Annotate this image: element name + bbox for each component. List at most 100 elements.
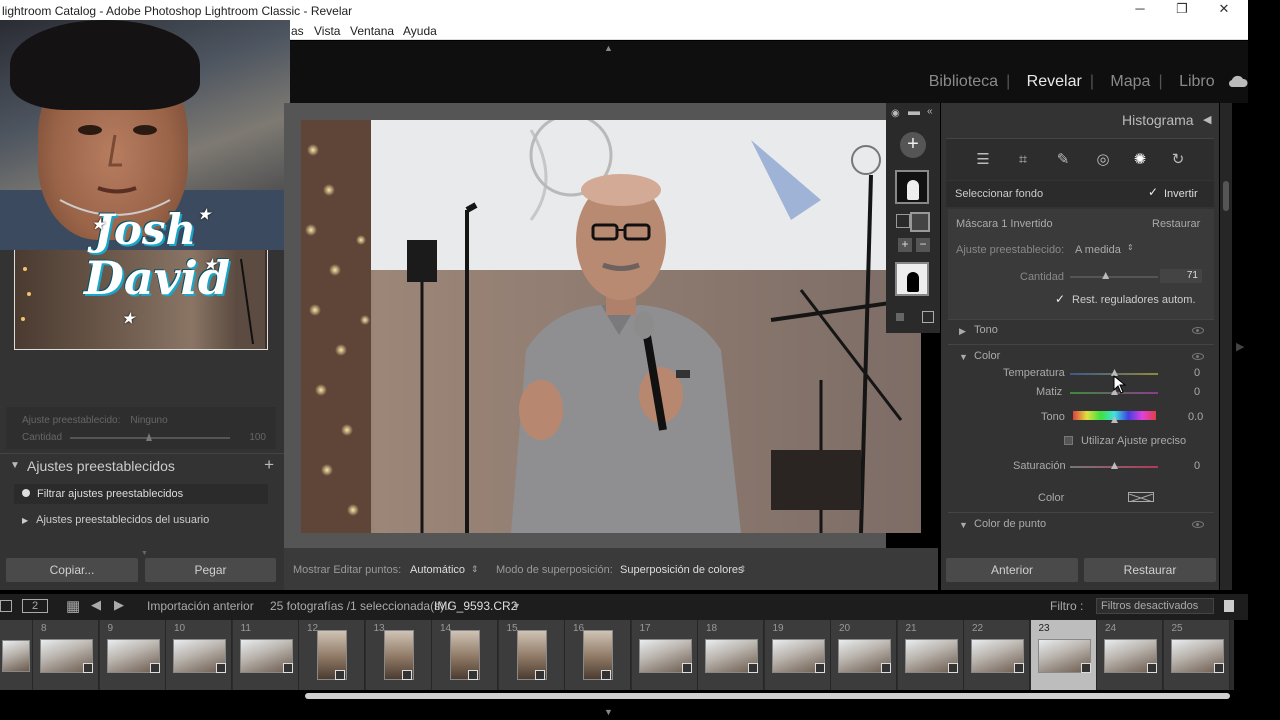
preset-value[interactable]: Ninguno [130,415,167,426]
chevron-updown-icon[interactable]: ⇕ [1127,243,1134,252]
menu-item-ventana[interactable]: Ventana [350,24,394,38]
invert-checkbox[interactable]: ✓ [1148,185,1158,199]
film-cell[interactable]: 22 [964,620,1030,690]
module-revelar[interactable]: Revelar [1027,73,1082,90]
component-thumbnail[interactable] [910,212,930,232]
right-scrollbar[interactable] [1220,103,1232,590]
collapse-triangle-icon[interactable]: ▼ [959,520,968,530]
minimize-panel-icon[interactable]: ▬ [908,104,920,118]
filter-select[interactable]: Filtros desactivados [1096,598,1214,614]
expand-right-icon[interactable]: ▶ [1236,340,1244,353]
mask-preset-select[interactable]: A medida [1075,244,1121,256]
mask-amount-slider[interactable] [1070,276,1158,278]
cloud-sync-icon[interactable] [1228,74,1248,88]
screen-icon[interactable] [0,600,12,612]
eraser-icon[interactable]: ✎ [1054,152,1072,167]
overlay-mode-select[interactable]: Superposición de colores [620,564,744,576]
mask-subject-thumbnail[interactable] [895,262,929,296]
saturation-value[interactable]: 0 [1194,460,1200,472]
close-button[interactable]: ✕ [1204,1,1244,19]
previous-button[interactable]: Anterior [946,558,1078,582]
copy-button[interactable]: Copiar... [6,558,138,582]
histogram-title[interactable]: Histograma [1122,112,1194,128]
grid-icon[interactable]: ▦ [66,597,80,615]
forward-arrow-icon[interactable]: ▶ [114,597,124,613]
filmstrip-scrollbar[interactable] [305,693,1230,699]
add-component-icon[interactable]: + [898,238,912,252]
eye-icon[interactable] [1192,353,1204,360]
overlay-toggle-icon[interactable] [896,313,904,321]
filename[interactable]: IMG_9593.CR2 [434,599,517,613]
film-cell[interactable]: 15 [498,620,565,690]
chevron-down-icon[interactable]: ▼ [512,601,521,611]
show-edit-points-select[interactable]: Automático [410,564,465,576]
film-thumbnail[interactable] [2,640,30,672]
scroll-down-icon[interactable]: ▼ [141,550,148,557]
color-swatch[interactable] [1128,492,1154,503]
expand-triangle-icon[interactable]: ▶ [22,516,28,525]
main-photo[interactable] [301,120,921,533]
minimize-button[interactable]: ─ [1120,1,1160,19]
mask-amount-value[interactable]: 71 [1160,269,1202,283]
scroll-thumb[interactable] [1223,181,1229,211]
collapse-top-icon[interactable]: ▲ [604,43,613,53]
subtract-component-icon[interactable]: − [916,238,930,252]
module-libro[interactable]: Libro [1179,73,1215,90]
film-cell-partial[interactable] [0,620,33,690]
reset-icon[interactable]: ↻ [1169,152,1187,167]
auto-reset-checkbox[interactable]: ✓ [1055,292,1065,306]
film-cell[interactable]: 23 [1030,620,1097,690]
add-mask-button[interactable]: + [900,132,926,158]
film-cell[interactable]: 12 [299,620,365,690]
mask-restore-button[interactable]: Restaurar [1152,218,1200,230]
film-cell[interactable]: 21 [897,620,964,690]
overlay-color-icon[interactable] [922,311,934,323]
tint-value[interactable]: 0 [1194,386,1200,398]
film-cell[interactable]: 9 [99,620,166,690]
eye-icon[interactable] [1192,327,1204,334]
module-mapa[interactable]: Mapa [1110,73,1150,90]
secondary-window-button[interactable]: 2 [22,599,48,613]
film-cell[interactable]: 13 [365,620,432,690]
point-color-section-header[interactable]: Color de punto [974,518,1046,530]
user-presets-folder[interactable]: ▶ Ajustes preestablecidos del usuario [22,514,209,526]
film-cell[interactable]: 18 [698,620,764,690]
collapse-panel-icon[interactable]: « [927,106,933,117]
collapse-left-icon[interactable]: ◀ [1203,113,1211,126]
collapse-triangle-icon[interactable]: ▼ [10,460,20,471]
lock-icon[interactable] [1224,600,1234,612]
film-cell[interactable]: 11 [232,620,299,690]
add-preset-icon[interactable]: + [264,455,274,475]
menu-item-vista[interactable]: Vista [314,24,340,38]
film-cell[interactable]: 10 [166,620,232,690]
temperature-value[interactable]: 0 [1194,367,1200,379]
reset-button[interactable]: Restaurar [1084,558,1216,582]
paste-button[interactable]: Pegar [145,558,276,582]
film-cell[interactable]: 25 [1163,620,1230,690]
eye-icon[interactable]: ◉ [891,108,900,119]
expand-triangle-icon[interactable]: ▶ [959,326,966,337]
collapse-bottom-icon[interactable]: ▼ [604,707,613,717]
film-cell[interactable]: 8 [33,620,99,690]
collapse-triangle-icon[interactable]: ▼ [959,352,968,362]
presets-header[interactable]: ▼ Ajustes preestablecidos + [0,453,284,477]
film-cell[interactable]: 16 [565,620,631,690]
menu-item-partial[interactable]: as [291,24,304,38]
menu-item-ayuda[interactable]: Ayuda [403,24,437,38]
chevron-updown-icon[interactable]: ⇕ [739,564,747,575]
tone-section-header[interactable]: Tono [974,324,998,336]
sliders-icon[interactable]: ☰ [974,152,992,167]
source-label[interactable]: Importación anterior [147,599,254,613]
mask-thumbnail[interactable] [895,170,929,204]
film-cell[interactable]: 24 [1097,620,1163,690]
back-arrow-icon[interactable]: ◀ [91,597,101,613]
film-cell[interactable]: 20 [831,620,897,690]
chevron-updown-icon[interactable]: ⇕ [471,564,479,575]
fine-adjust-checkbox[interactable] [1064,436,1073,445]
hue-value[interactable]: 0.0 [1188,411,1203,423]
restore-button[interactable]: ❐ [1162,1,1202,19]
film-cell[interactable]: 19 [764,620,831,690]
preset-filter-input[interactable]: Filtrar ajustes preestablecidos [14,484,268,504]
masking-icon[interactable]: ✺ [1131,152,1149,167]
mask-toggle-icon[interactable] [896,214,910,228]
